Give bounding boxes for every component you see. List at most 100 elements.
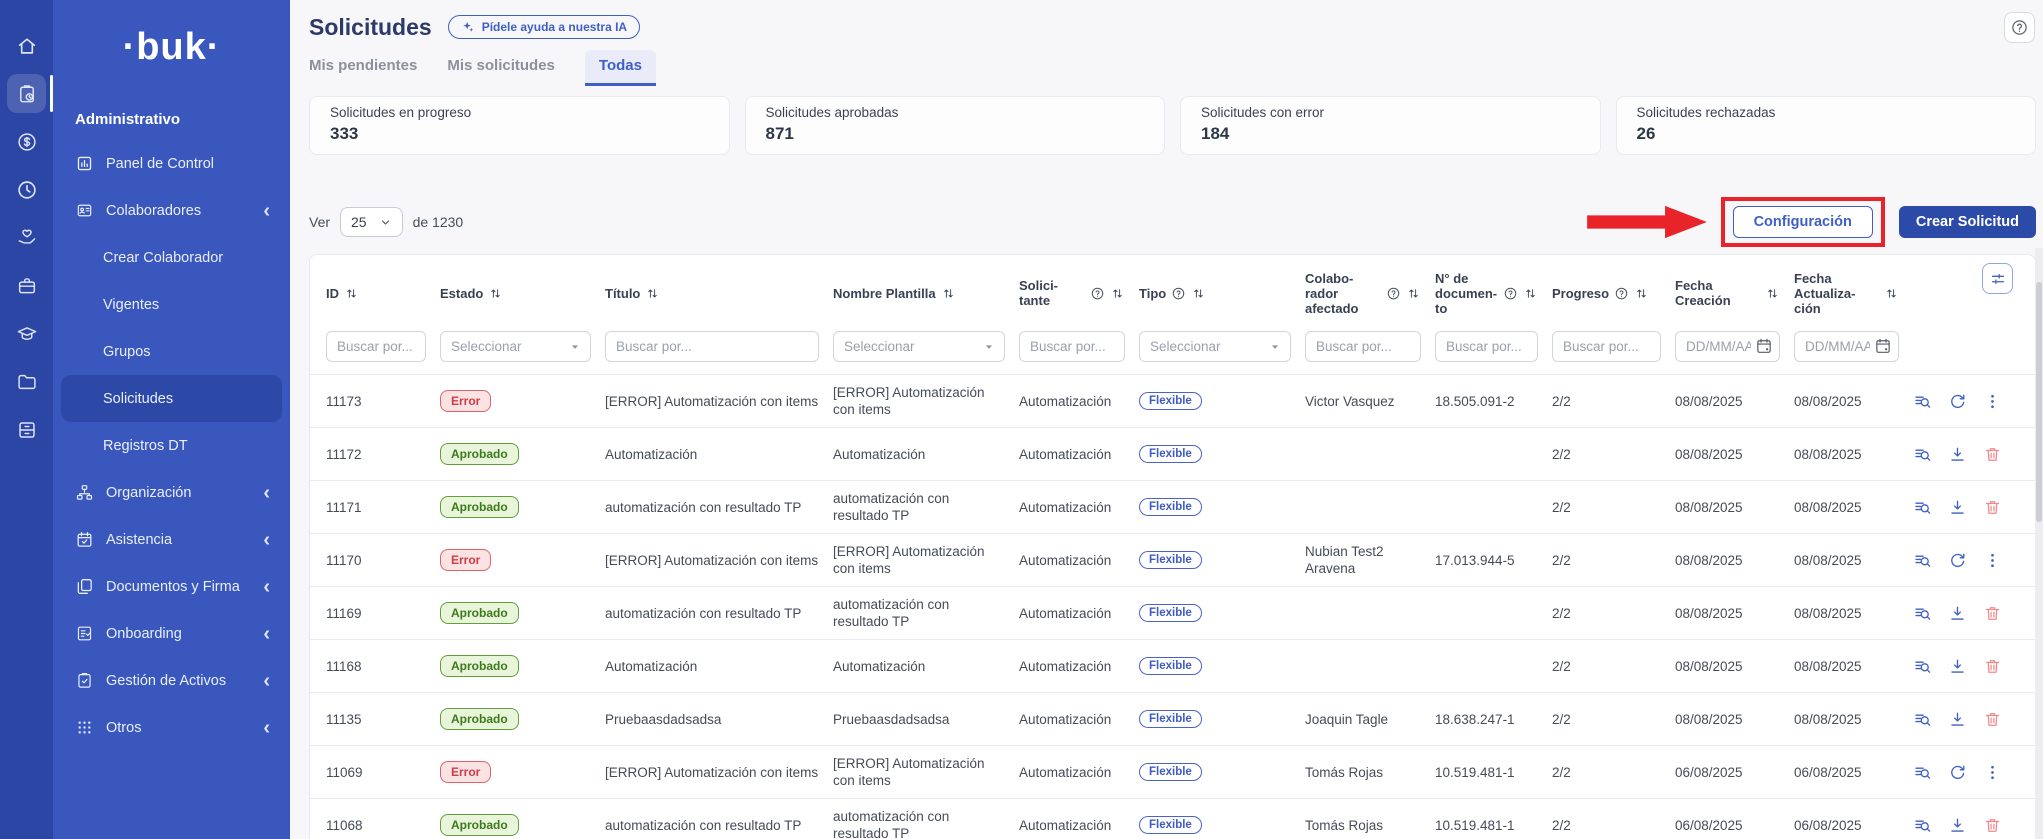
help-button[interactable] xyxy=(2004,12,2035,43)
tab-mis-solicitudes[interactable]: Mis solicitudes xyxy=(447,50,555,86)
search-log-icon[interactable] xyxy=(1913,551,1932,570)
sort-icon[interactable] xyxy=(1634,286,1649,301)
retry-icon[interactable] xyxy=(1948,763,1967,782)
trash-icon[interactable] xyxy=(1983,710,2002,729)
sidebar-item-vigentes[interactable]: Vigentes xyxy=(61,281,282,328)
download-icon[interactable] xyxy=(1948,604,1967,623)
search-log-icon[interactable] xyxy=(1913,445,1932,464)
sidebar-item-solicitudes[interactable]: Solicitudes xyxy=(61,375,282,422)
sort-icon[interactable] xyxy=(344,286,359,301)
estado-pill: Aprobado xyxy=(440,814,519,836)
download-icon[interactable] xyxy=(1948,445,1967,464)
sidebar-item-gesti-n-de-activos[interactable]: Gestión de Activos ‹ xyxy=(61,657,282,704)
sidebar-item-asistencia[interactable]: Asistencia ‹ xyxy=(61,516,282,563)
sort-icon[interactable] xyxy=(1110,286,1125,301)
sidebar-item-otros[interactable]: Otros ‹ xyxy=(61,704,282,751)
sidebar-item-onboarding[interactable]: Onboarding ‹ xyxy=(61,610,282,657)
download-icon[interactable] xyxy=(1948,710,1967,729)
filter-select[interactable]: Seleccionar xyxy=(440,331,591,362)
sort-icon[interactable] xyxy=(941,286,956,301)
trash-icon[interactable] xyxy=(1983,498,2002,517)
search-log-icon[interactable] xyxy=(1913,498,1932,517)
sort-icon[interactable] xyxy=(645,286,660,301)
sort-icon[interactable] xyxy=(1523,286,1538,301)
tab-todas[interactable]: Todas xyxy=(585,50,656,86)
search-log-icon[interactable] xyxy=(1913,710,1932,729)
sidebar-item-crear-colaborador[interactable]: Crear Colaborador xyxy=(61,234,282,281)
sidebar-item-panel-de-control[interactable]: Panel de Control xyxy=(61,140,282,187)
filter-text-input[interactable] xyxy=(1435,331,1538,362)
tab-mis-pendientes[interactable]: Mis pendientes xyxy=(309,50,417,86)
sidebar-item-documentos-y-firma[interactable]: Documentos y Firma ‹ xyxy=(61,563,282,610)
filter-text-input[interactable] xyxy=(326,331,426,362)
sidebar-item-registros-dt[interactable]: Registros DT xyxy=(61,422,282,469)
configuracion-button[interactable]: Configuración xyxy=(1733,206,1873,238)
rail-item-hand-heart-icon[interactable] xyxy=(0,214,53,262)
kebab-icon[interactable] xyxy=(1983,392,2002,411)
filter-select[interactable]: Seleccionar xyxy=(833,331,1005,362)
sort-icon[interactable] xyxy=(1191,286,1206,301)
filter-select[interactable]: Seleccionar xyxy=(1139,331,1291,362)
page-size-select[interactable]: 25 xyxy=(340,207,403,237)
filter-text-input[interactable] xyxy=(1305,331,1421,362)
rail-item-dollar-circle-icon[interactable] xyxy=(0,118,53,166)
column-settings-button[interactable] xyxy=(1982,263,2013,294)
rail-item-clipboard-clock-icon[interactable] xyxy=(0,70,53,118)
cell-fecha-creacion: 06/08/2025 xyxy=(1675,765,1794,780)
sidebar-item-colaboradores[interactable]: Colaboradores ‹ xyxy=(61,187,282,234)
search-log-icon[interactable] xyxy=(1913,763,1932,782)
crear-solicitud-button[interactable]: Crear Solicitud xyxy=(1899,206,2036,238)
rail-item-home-icon[interactable] xyxy=(0,22,53,70)
scrollbar-thumb[interactable] xyxy=(2036,282,2042,522)
scrollbar[interactable] xyxy=(2035,248,2043,839)
trash-icon[interactable] xyxy=(1983,657,2002,676)
download-icon[interactable] xyxy=(1948,816,1967,835)
search-log-icon[interactable] xyxy=(1913,392,1932,411)
kebab-icon[interactable] xyxy=(1983,551,2002,570)
table-body: 11173 Error [ERROR] Automatización con i… xyxy=(310,374,2035,839)
column-help-icon[interactable] xyxy=(1386,286,1401,301)
trash-icon[interactable] xyxy=(1983,816,2002,835)
cell-fecha-actualizacion: 08/08/2025 xyxy=(1794,606,1913,621)
filter-text-input[interactable] xyxy=(1552,331,1661,362)
column-help-icon[interactable] xyxy=(1171,286,1186,301)
hand-heart-icon xyxy=(16,227,38,249)
filter-text-input[interactable] xyxy=(1019,331,1125,362)
sidebar-item-organizaci-n[interactable]: Organización ‹ xyxy=(61,469,282,516)
sort-icon[interactable] xyxy=(1765,286,1780,301)
sort-icon[interactable] xyxy=(488,286,503,301)
sort-icon[interactable] xyxy=(1406,286,1421,301)
column-help-icon[interactable] xyxy=(1503,286,1518,301)
trash-icon[interactable] xyxy=(1983,604,2002,623)
calendar-icon[interactable] xyxy=(1755,337,1773,355)
cell-id: 11171 xyxy=(326,500,440,515)
filter-text-input[interactable] xyxy=(605,331,819,362)
search-log-icon[interactable] xyxy=(1913,604,1932,623)
download-icon[interactable] xyxy=(1948,657,1967,676)
sort-icon[interactable] xyxy=(1884,286,1899,301)
cell-fecha-actualizacion: 08/08/2025 xyxy=(1794,712,1913,727)
retry-icon[interactable] xyxy=(1948,551,1967,570)
cell-solicitante: Automatización xyxy=(1019,500,1139,515)
rail-item-graduation-cap-icon[interactable] xyxy=(0,310,53,358)
folder-icon xyxy=(16,371,38,393)
download-icon[interactable] xyxy=(1948,498,1967,517)
ai-help-badge[interactable]: Pídele ayuda a nuestra IA xyxy=(448,15,640,39)
retry-icon[interactable] xyxy=(1948,392,1967,411)
rail-item-cabinet-icon[interactable] xyxy=(0,406,53,454)
column-help-icon[interactable] xyxy=(1614,286,1629,301)
rail-item-clock-icon[interactable] xyxy=(0,166,53,214)
search-log-icon[interactable] xyxy=(1913,816,1932,835)
sidebar-item-grupos[interactable]: Grupos xyxy=(61,328,282,375)
search-log-icon[interactable] xyxy=(1913,657,1932,676)
rail-item-briefcase-icon[interactable] xyxy=(0,262,53,310)
cell-fecha-creacion: 08/08/2025 xyxy=(1675,606,1794,621)
kebab-icon[interactable] xyxy=(1983,763,2002,782)
calendar-icon[interactable] xyxy=(1874,337,1892,355)
cell-actions xyxy=(1913,657,2025,676)
column-help-icon[interactable] xyxy=(1090,286,1105,301)
trash-icon[interactable] xyxy=(1983,445,2002,464)
rail-item-folder-icon[interactable] xyxy=(0,358,53,406)
cell-numero-documento: 18.638.247-1 xyxy=(1435,712,1552,727)
table-controls: Ver 25 de 1230 Configuración Crear Solic… xyxy=(309,197,2036,247)
